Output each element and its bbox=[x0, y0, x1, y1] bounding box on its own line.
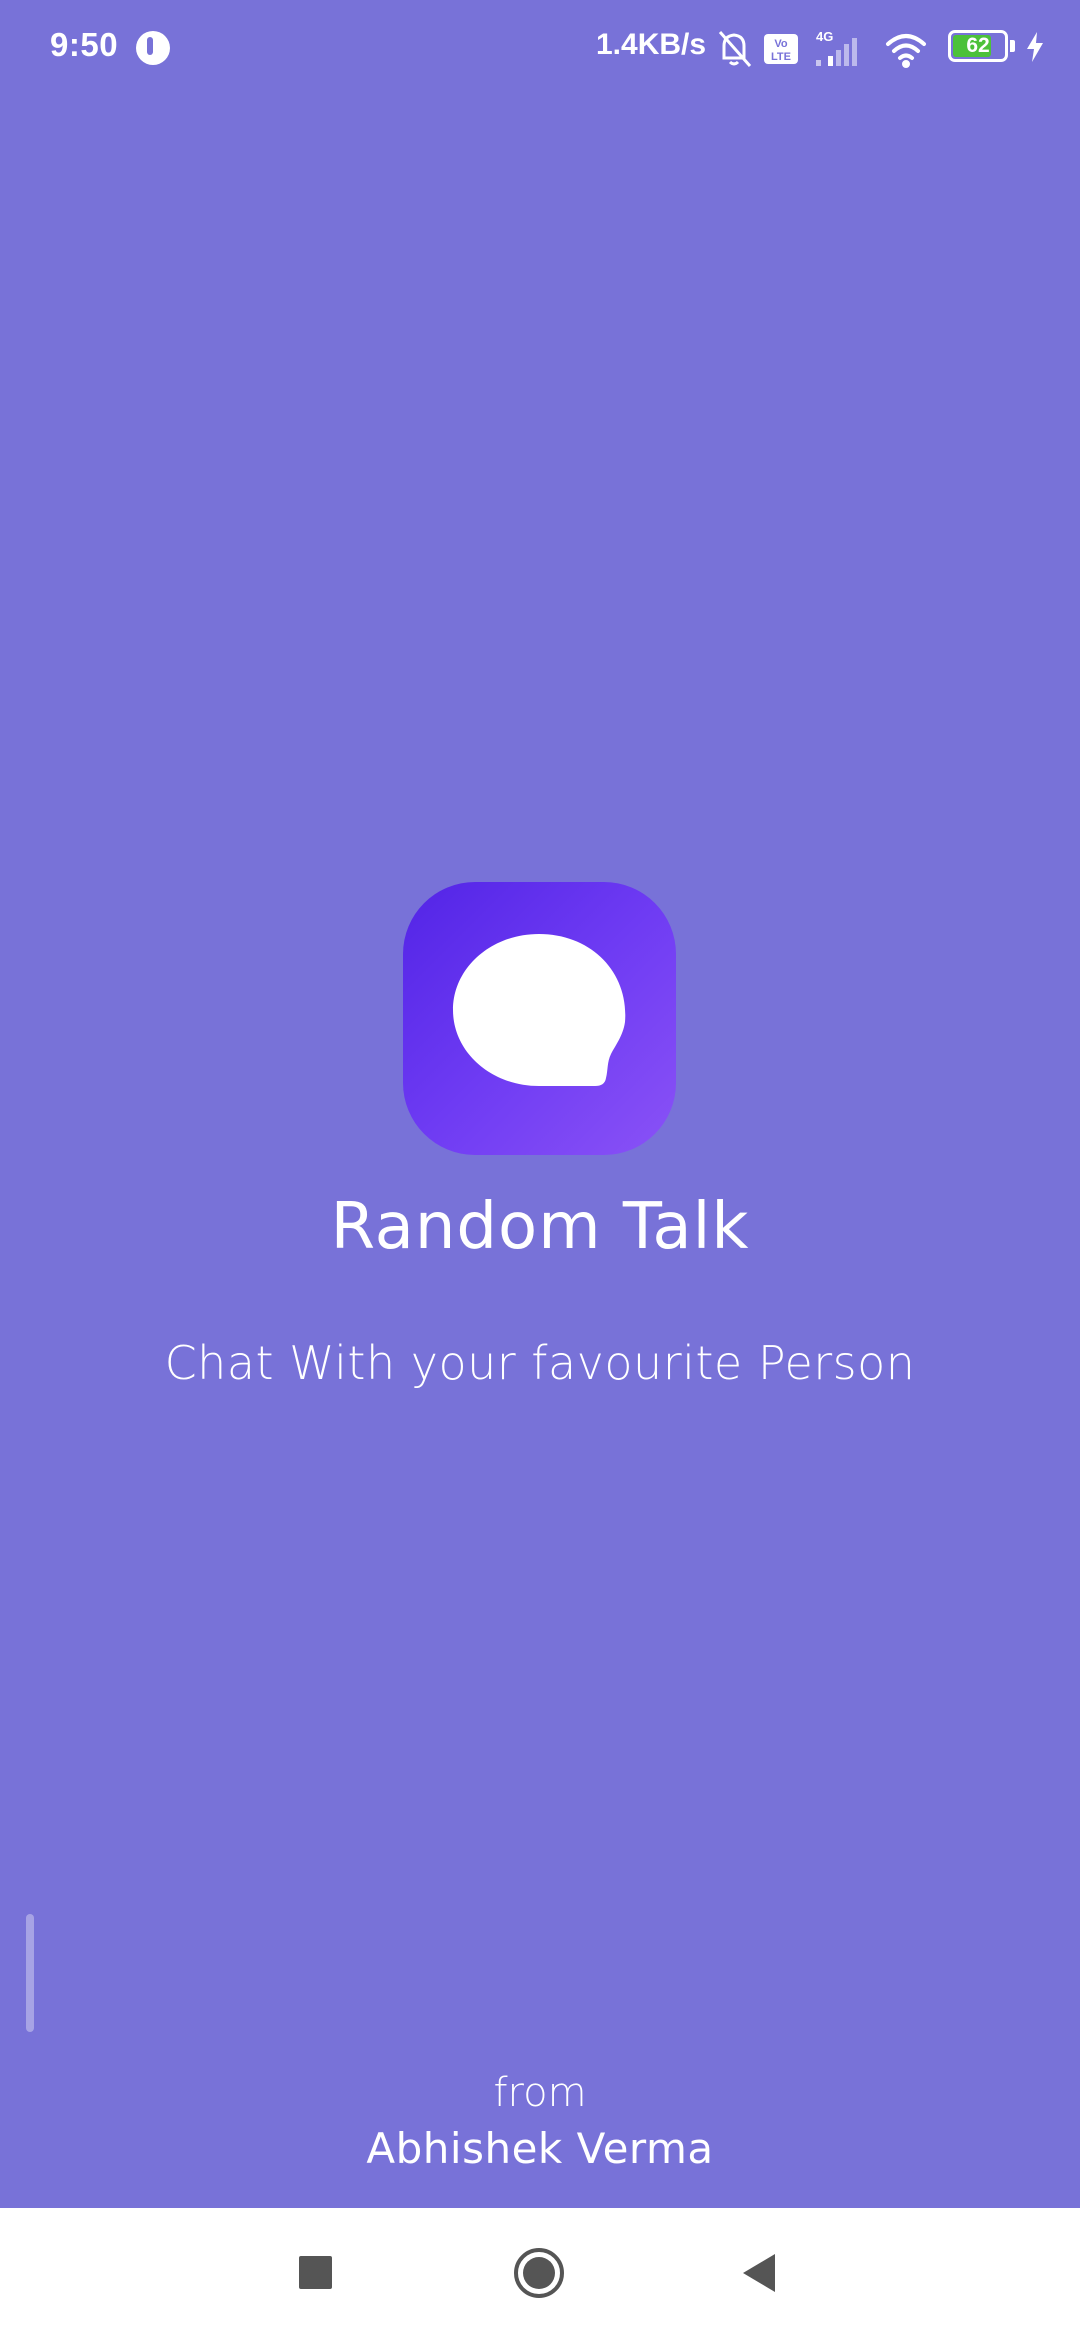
volte-icon: Vo LTE bbox=[764, 34, 798, 64]
square-icon bbox=[299, 2256, 332, 2289]
svg-text:LTE: LTE bbox=[771, 51, 791, 63]
back-button[interactable] bbox=[700, 2208, 820, 2340]
navigation-bar bbox=[0, 2208, 1080, 2340]
svg-text:Vo: Vo bbox=[774, 38, 788, 50]
recents-button[interactable] bbox=[256, 2208, 376, 2340]
status-icons: Vo LTE 4G bbox=[718, 29, 926, 68]
app-logo bbox=[403, 882, 676, 1155]
battery-level: 62 bbox=[966, 34, 990, 57]
battery-tip bbox=[1010, 40, 1015, 52]
app-title: Random Talk bbox=[330, 1190, 750, 1264]
battery-icon: 62 bbox=[948, 30, 1008, 62]
scroll-indicator bbox=[26, 1914, 34, 2032]
wifi-icon bbox=[886, 34, 926, 68]
app-notification-icon bbox=[136, 31, 170, 65]
charging-icon bbox=[1027, 32, 1043, 62]
app-tagline: Chat With your favourite Person bbox=[164, 1336, 916, 1390]
network-speed: 1.4KB/s bbox=[596, 28, 707, 61]
splash-screen: 9:50 1.4KB/s Vo LTE 4G 62 Random Talk Ch… bbox=[0, 0, 1080, 2340]
chat-bubble-icon bbox=[453, 934, 626, 1086]
circle-icon bbox=[514, 2248, 564, 2298]
mute-icon bbox=[718, 31, 752, 67]
from-label: from bbox=[493, 2070, 587, 2116]
status-time: 9:50 bbox=[50, 26, 119, 63]
4g-signal-icon: 4G bbox=[816, 29, 857, 66]
author-name: Abhishek Verma bbox=[366, 2124, 714, 2173]
status-bar: 9:50 1.4KB/s Vo LTE 4G 62 bbox=[0, 0, 1080, 96]
back-triangle-icon bbox=[743, 2254, 775, 2292]
home-button[interactable] bbox=[480, 2208, 600, 2340]
svg-text:4G: 4G bbox=[816, 29, 833, 44]
